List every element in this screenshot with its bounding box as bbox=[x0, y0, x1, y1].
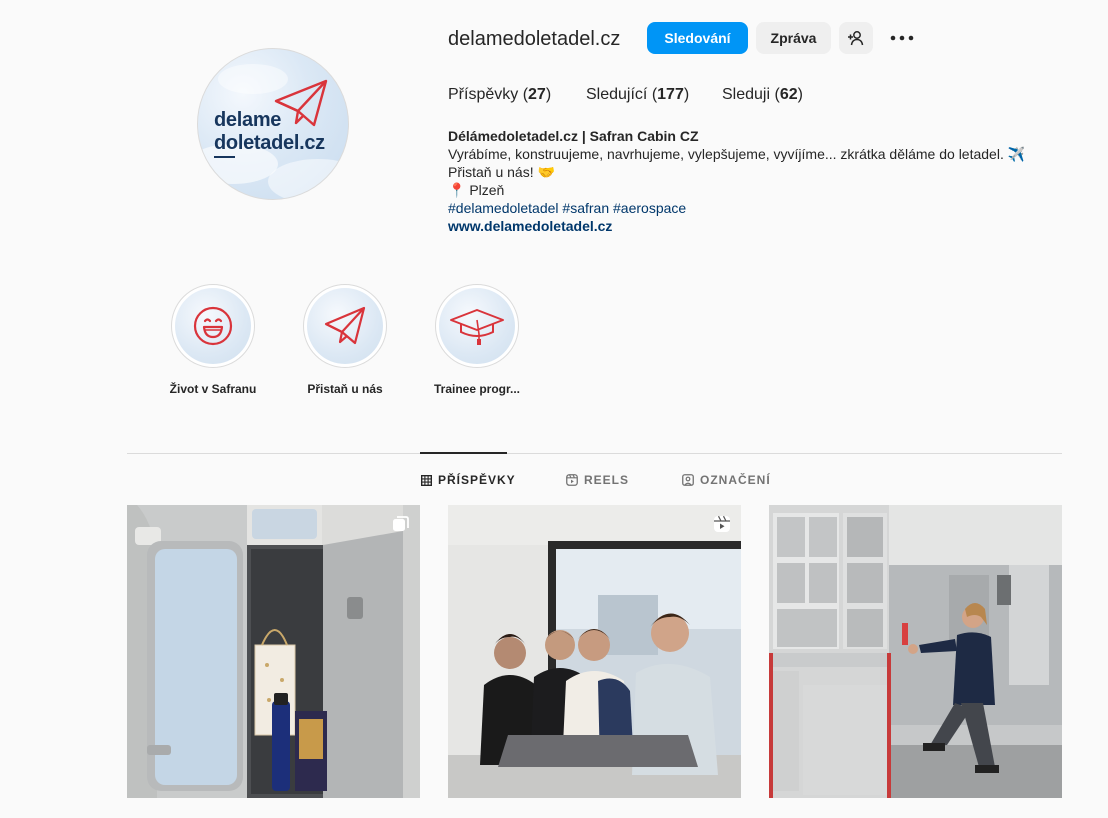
paper-plane-logo-icon bbox=[274, 79, 328, 127]
active-tab-indicator bbox=[420, 452, 507, 454]
tabs-divider bbox=[127, 453, 1062, 454]
bio-hashtags[interactable]: #delamedoletadel #safran #aerospace bbox=[448, 199, 686, 217]
avatar-logo-line2: doletadel.cz bbox=[214, 132, 325, 154]
stat-posts: Příspěvky (27) bbox=[448, 86, 552, 103]
stat-followers[interactable]: Sledující (177) bbox=[586, 86, 689, 104]
message-button[interactable]: Zpráva bbox=[756, 22, 831, 54]
avatar-logo-underline bbox=[214, 156, 235, 158]
post-tile[interactable] bbox=[448, 505, 741, 798]
paper-plane-icon bbox=[324, 306, 366, 345]
tab-posts-label: PŘÍSPĚVKY bbox=[438, 473, 516, 487]
post-tile[interactable] bbox=[769, 505, 1062, 798]
post-image bbox=[127, 505, 420, 798]
add-user-button[interactable] bbox=[839, 22, 873, 54]
stat-posts-count: 27 bbox=[528, 86, 546, 103]
bio-line2: Přistaň u nás! 🤝 bbox=[448, 164, 555, 180]
more-icon bbox=[890, 35, 914, 41]
stat-followers-count: 177 bbox=[657, 86, 684, 103]
carousel-icon bbox=[393, 516, 409, 531]
more-options-button[interactable] bbox=[884, 24, 920, 52]
bio-location: 📍 Plzeň bbox=[448, 182, 505, 198]
tab-reels-label: REELS bbox=[584, 473, 630, 487]
reel-icon bbox=[714, 515, 730, 532]
tab-tagged[interactable]: OZNAČENÍ bbox=[682, 473, 771, 487]
tagged-icon bbox=[682, 474, 694, 486]
tab-reels[interactable]: REELS bbox=[566, 473, 629, 487]
bio-line1: Vyrábíme, konstruujeme, navrhujeme, vyle… bbox=[448, 146, 1026, 162]
tab-posts[interactable]: PŘÍSPĚVKY bbox=[421, 473, 516, 487]
profile-username: delamedoletadel.cz bbox=[448, 28, 621, 50]
smile-icon bbox=[193, 306, 233, 346]
stat-following-count: 62 bbox=[779, 86, 798, 103]
bio-name: Délámedoletadel.cz | Safran Cabin CZ bbox=[448, 128, 699, 144]
stat-following-label: Sleduji bbox=[722, 86, 771, 103]
stat-following[interactable]: Sleduji (62) bbox=[722, 86, 803, 104]
reels-icon bbox=[566, 474, 578, 486]
post-image bbox=[769, 505, 1062, 798]
person-add-icon bbox=[848, 31, 864, 46]
highlight-label: Život v Safranu bbox=[169, 382, 257, 396]
post-tile[interactable] bbox=[127, 505, 420, 798]
grid-icon bbox=[421, 474, 432, 486]
highlight-ring bbox=[303, 284, 387, 368]
graduation-cap-icon bbox=[450, 309, 504, 345]
highlight-label: Přistaň u nás bbox=[307, 382, 383, 396]
avatar-logo-line1: delame bbox=[214, 109, 282, 131]
bio-website-link[interactable]: www.delamedoletadel.cz bbox=[448, 217, 612, 235]
highlight-land-with-us[interactable]: Přistaň u nás bbox=[285, 284, 405, 396]
stat-followers-label: Sledující bbox=[586, 86, 648, 103]
highlight-label: Trainee progr... bbox=[433, 382, 521, 396]
highlight-ring bbox=[171, 284, 255, 368]
highlight-life-at-safran[interactable]: Život v Safranu bbox=[153, 284, 273, 396]
highlight-trainee-program[interactable]: Trainee progr... bbox=[417, 284, 537, 396]
profile-avatar[interactable]: delame doletadel.cz bbox=[197, 48, 349, 200]
following-button[interactable]: Sledování bbox=[647, 22, 748, 54]
stat-posts-label: Příspěvky bbox=[448, 86, 519, 103]
tab-tagged-label: OZNAČENÍ bbox=[700, 473, 771, 487]
highlight-ring bbox=[435, 284, 519, 368]
post-image bbox=[448, 505, 741, 798]
